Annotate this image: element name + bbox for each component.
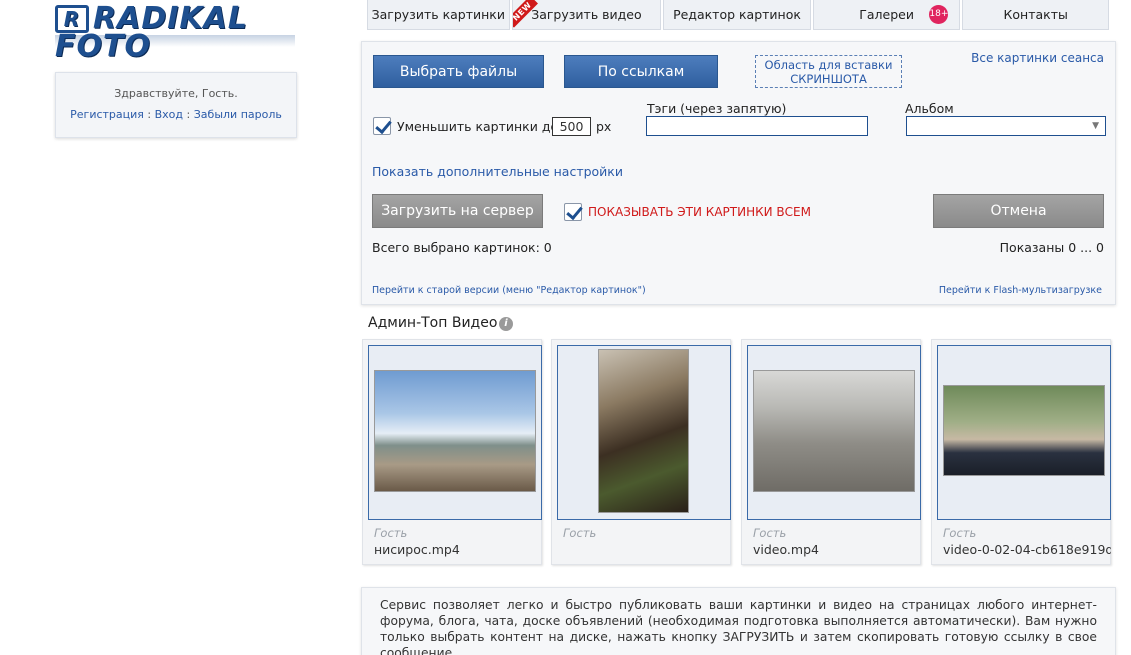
card-filename: video-0-02-04-cb618e919d — [943, 542, 1111, 557]
tab-label: Контакты — [1003, 7, 1068, 22]
tab-label: Загрузить видео — [531, 7, 642, 22]
card-filename: нисирос.mp4 — [374, 542, 460, 557]
resize-unit: px — [596, 119, 612, 134]
coastal-village-photo — [374, 370, 536, 492]
card-user: Гость — [943, 526, 977, 540]
admin-top-title: Админ-Топ Видео — [368, 315, 498, 331]
card-user: Гость — [753, 526, 787, 540]
video-thumbnail[interactable] — [937, 345, 1111, 520]
forgot-password-link[interactable]: Забыли пароль — [194, 108, 282, 121]
video-thumbnail[interactable] — [368, 345, 542, 520]
session-images-link[interactable]: Все картинки сеанса — [971, 51, 1104, 65]
paste-area-line1: Область для вставки — [764, 58, 893, 72]
guest-greeting: Здравствуйте, Гость. — [114, 87, 238, 100]
video-thumbnail[interactable] — [557, 345, 731, 520]
resize-width-input[interactable]: 500 — [552, 117, 591, 136]
logo-wordmark: RRADIKAL FOTO — [55, 4, 295, 62]
adult-badge: 18+ — [929, 5, 949, 24]
cancel-button[interactable]: Отмена — [933, 194, 1104, 228]
guest-links: Регистрация : Вход : Забыли пароль — [56, 108, 296, 121]
tab-image-editor[interactable]: Редактор картинок — [663, 0, 811, 30]
separator: : — [147, 108, 152, 121]
logo-reflection — [55, 35, 295, 47]
tab-label: Редактор картинок — [673, 7, 801, 22]
screenshot-paste-area[interactable]: Область для вставки СКРИНШОТА — [755, 55, 902, 88]
tags-label: Тэги (через запятую) — [647, 101, 787, 116]
resize-label: Уменьшить картинки до — [397, 119, 559, 134]
site-logo[interactable]: RRADIKAL FOTO — [55, 4, 295, 62]
total-selected-text: Всего выбрано картинок: 0 — [372, 240, 552, 255]
tags-input[interactable] — [646, 116, 868, 136]
card-user: Гость — [563, 526, 597, 540]
info-icon[interactable]: i — [499, 317, 513, 331]
flash-upload-link[interactable]: Перейти к Flash-мультизагрузке — [939, 285, 1102, 296]
choose-files-button[interactable]: Выбрать файлы — [373, 55, 544, 88]
video-card[interactable]: Гость — [551, 339, 731, 565]
card-filename: video.mp4 — [753, 542, 819, 557]
tab-label: Загрузить картинки — [371, 7, 505, 22]
old-version-link[interactable]: Перейти к старой версии (меню "Редактор … — [372, 285, 646, 296]
tab-upload-images[interactable]: Загрузить картинки — [367, 0, 510, 30]
paste-area-line2: СКРИНШОТА — [790, 72, 867, 86]
video-card[interactable]: Гость нисирос.mp4 — [362, 339, 542, 565]
tab-upload-video[interactable]: NEW Загрузить видео — [511, 0, 662, 30]
show-to-all-checkbox[interactable] — [564, 203, 582, 221]
show-to-all-label: ПОКАЗЫВАТЬ ЭТИ КАРТИНКИ ВСЕМ — [588, 205, 811, 219]
album-select[interactable]: ▼ — [906, 116, 1106, 136]
show-more-settings-link[interactable]: Показать дополнительные настройки — [372, 164, 623, 179]
register-link[interactable]: Регистрация — [70, 108, 144, 121]
cat-on-car-photo — [943, 385, 1105, 476]
by-links-button[interactable]: По ссылкам — [564, 55, 718, 88]
separator: : — [186, 108, 191, 121]
guest-panel: Здравствуйте, Гость. Регистрация : Вход … — [55, 72, 297, 138]
street-scene-photo — [753, 370, 915, 492]
tab-label: Галереи — [859, 7, 914, 22]
shown-range-text: Показаны 0 ... 0 — [999, 240, 1104, 255]
service-description: Сервис позволяет легко и быстро публиков… — [361, 587, 1116, 655]
video-thumbnail[interactable] — [747, 345, 921, 520]
album-label: Альбом — [905, 101, 954, 116]
upload-panel: Выбрать файлы По ссылкам Область для вст… — [361, 41, 1116, 305]
tab-contacts[interactable]: Контакты — [962, 0, 1109, 30]
resize-checkbox[interactable] — [373, 117, 391, 135]
video-card[interactable]: Гость video-0-02-04-cb618e919d — [931, 339, 1111, 565]
window-plants-photo — [598, 349, 689, 513]
upload-to-server-button[interactable]: Загрузить на сервер — [372, 194, 543, 228]
login-link[interactable]: Вход — [155, 108, 183, 121]
top-navigation: Загрузить картинки NEW Загрузить видео Р… — [367, 0, 1111, 30]
tab-galleries[interactable]: Галереи 18+ — [812, 0, 961, 30]
video-card[interactable]: Гость video.mp4 — [741, 339, 921, 565]
dropdown-arrow-icon: ▼ — [1092, 121, 1099, 131]
card-user: Гость — [374, 526, 408, 540]
